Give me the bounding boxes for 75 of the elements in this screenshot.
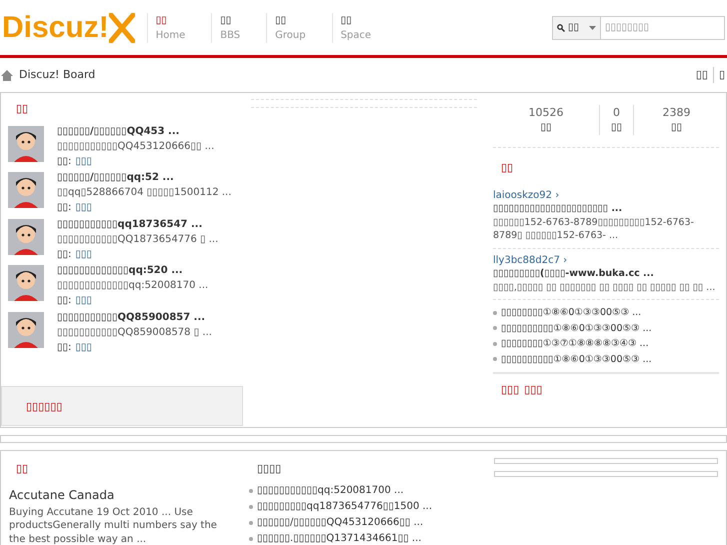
- thread-title[interactable]: ▯▯▯▯▯▯▯▯▯▯▯▯▯qq:520 ...: [57, 263, 208, 278]
- article-title[interactable]: Accutane Canada: [9, 486, 233, 504]
- reply-title[interactable]: ▯▯▯▯▯▯▯▯▯(▯▯▯▯-www.buka.cc ...: [493, 267, 719, 280]
- breadcrumb-text[interactable]: Discuz! Board: [19, 66, 96, 84]
- thread-title[interactable]: ▯▯▯▯▯▯/▯▯▯▯▯▯QQ453 ...: [57, 124, 214, 138]
- avatar-silhouette-icon: [8, 312, 44, 348]
- list-link[interactable]: ▯▯▯▯▯▯▯▯▯▯▯qq:520081700 ...: [257, 482, 404, 498]
- list-link[interactable]: ▯▯▯▯▯▯/▯▯▯▯▯▯QQ453120666▯▯ ...: [257, 514, 424, 530]
- bullet-icon: [493, 310, 497, 315]
- avatar-silhouette-icon: [8, 265, 44, 301]
- bullet-icon: [493, 357, 497, 362]
- list-link[interactable]: ▯▯▯▯▯▯▯▯①③⑦①⑧⑧⑧⑧③④③ ...: [501, 336, 649, 352]
- section-title: ▯▯: [500, 160, 514, 176]
- list-link[interactable]: ▯▯▯▯▯▯▯▯▯qq1873654776▯▯1500 ...: [257, 498, 432, 514]
- author-link[interactable]: ▯▯▯: [75, 293, 92, 308]
- list-link[interactable]: ▯▯▯▯▯▯▯▯▯▯①⑧⑥0①③③00⑤③ ...: [501, 352, 652, 367]
- search-scope-dropdown[interactable]: ▯▯: [553, 16, 601, 38]
- thread-summary: ▯▯▯▯▯▯▯▯▯▯▯▯▯qq:52008170 ...: [57, 279, 208, 293]
- nav-tab[interactable]: ▯▯ Group: [266, 12, 332, 42]
- nav-tab[interactable]: ▯▯ BBS: [211, 12, 266, 42]
- logo-cross-icon: [108, 12, 135, 42]
- section-title: ▯▯: [15, 461, 30, 477]
- author-label: ▯▯:: [57, 154, 72, 168]
- user-link[interactable]: laiooskzo92 ›: [493, 188, 719, 202]
- avatar-silhouette-icon: [8, 218, 44, 254]
- bullet-icon: [249, 520, 253, 524]
- bullet-icon: [493, 342, 497, 346]
- section-title: ▯▯: [15, 101, 30, 117]
- header-link[interactable]: ▯: [712, 66, 725, 84]
- reply-body: ▯▯▯▯,▯▯▯▯▯ ▯▯ ▯▯▯▯▯▯▯ ▯▯ ▯▯▯▯ ▯▯ ▯▯▯▯▯ ▯▯ ▯▯ ...: [493, 280, 716, 294]
- avatar-silhouette-icon: [8, 172, 44, 208]
- thread-title[interactable]: ▯▯▯▯▯▯/▯▯▯▯▯▯qq:52 ...: [57, 170, 232, 185]
- header-link[interactable]: ▯▯: [696, 66, 708, 84]
- search-box[interactable]: ▯▯ ▯▯▯▯▯▯▯▯: [552, 16, 725, 40]
- author-link[interactable]: ▯▯▯: [75, 154, 92, 168]
- search-icon: [557, 24, 565, 32]
- bullet-icon: [249, 504, 253, 508]
- thread-summary: ▯▯▯▯▯▯▯▯▯▯▯QQ1873654776 ▯ ...: [57, 232, 218, 246]
- bullet-icon: [249, 488, 253, 492]
- bullet-icon: [493, 326, 497, 330]
- list-link[interactable]: ▯▯▯▯▯▯.▯▯▯▯▯▯Q1371434661▯▯ ...: [257, 530, 422, 545]
- list-link[interactable]: ▯▯▯▯▯▯▯▯▯▯①⑧⑥0①③③00⑤③ ...: [501, 320, 652, 336]
- thread-summary: ▯▯▯▯▯▯▯▯▯▯▯QQ453120666▯▯ ...: [57, 140, 214, 154]
- thread-summary: ▯▯▯▯▯▯▯▯▯▯▯QQ859008578 ▯ ...: [57, 326, 212, 340]
- bullet-icon: [249, 536, 253, 540]
- stat-value: 0: [613, 105, 620, 120]
- section-title: ▯▯▯▯: [256, 461, 282, 477]
- stat-label: ▯▯: [670, 121, 682, 135]
- avatar-silhouette-icon: [8, 126, 44, 162]
- footer-link[interactable]: ▯▯▯: [524, 382, 542, 398]
- caret-icon: [589, 26, 596, 30]
- stat-value: 2389: [662, 105, 690, 120]
- stat-value: 10526: [528, 105, 564, 120]
- thread-title[interactable]: ▯▯▯▯▯▯▯▯▯▯▯QQ85900857 ...: [57, 310, 212, 324]
- panel-footer: ▯▯▯▯▯▯: [1, 386, 243, 426]
- author-link[interactable]: ▯▯▯: [75, 340, 92, 354]
- stat-label: ▯▯: [610, 121, 622, 135]
- author-label: ▯▯:: [57, 248, 72, 262]
- author-label: ▯▯:: [57, 201, 72, 215]
- author-link[interactable]: ▯▯▯: [75, 246, 92, 262]
- thread-summary: ▯▯qq▯528866704 ▯▯▯▯▯1500112 ...: [57, 186, 232, 200]
- article-summary: Buying Accutane 19 Oct 2010 ... Use productsGenerally multi numbers say the the best possible way an ...: [9, 506, 218, 545]
- author-label: ▯▯:: [57, 294, 72, 308]
- home-icon[interactable]: [1, 70, 13, 80]
- nav-tab[interactable]: ▯▯ Space: [332, 12, 398, 42]
- nav-tab[interactable]: ▯▯ Home: [146, 12, 212, 42]
- footer-link[interactable]: ▯▯▯: [501, 382, 520, 398]
- reply-body: ▯▯▯▯▯▯152-6763-8789▯▯▯▯▯▯▯▯▯152-6763-8789▯ ▯▯▯▯▯▯152-6763- ...: [493, 216, 695, 242]
- author-link[interactable]: ▯▯▯: [75, 200, 92, 215]
- reply-title[interactable]: ▯▯▯▯▯▯▯▯▯▯▯▯▯▯▯▯▯▯▯▯▯▯ ...: [493, 202, 719, 216]
- thread-title[interactable]: ▯▯▯▯▯▯▯▯▯▯▯qq18736547 ...: [57, 216, 218, 232]
- stat-label: ▯▯: [540, 121, 552, 135]
- list-link[interactable]: ▯▯▯▯▯▯▯▯①⑧⑥0①③③00⑤③ ...: [501, 305, 642, 320]
- user-link[interactable]: lly3bc88d2c7 ›: [493, 254, 719, 267]
- author-label: ▯▯:: [57, 340, 72, 354]
